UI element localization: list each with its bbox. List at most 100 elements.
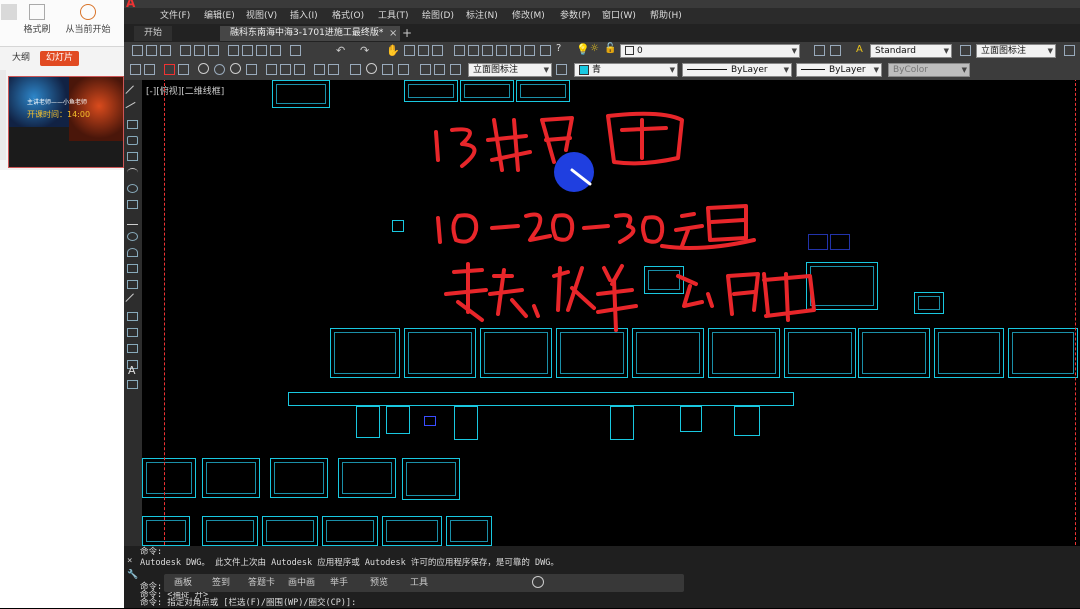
menu-edit[interactable]: 编辑(E) [204,8,235,24]
hatch-icon[interactable] [127,312,138,321]
wrench-icon[interactable]: 🔧 [127,570,138,580]
ppt-paste-button[interactable] [0,2,18,42]
power-icon[interactable] [532,576,544,588]
dim-update-icon[interactable] [450,64,461,75]
autocad-logo-icon[interactable]: A [126,0,144,10]
arc-length-icon[interactable] [164,64,175,75]
dim-style-dropdown-2[interactable]: 立面图标注 ▼ [468,63,552,77]
ellipse-arc-icon[interactable] [127,248,138,257]
block-editor-icon[interactable] [290,45,301,56]
line-icon[interactable] [125,85,140,100]
text-style-icon[interactable]: A [856,44,863,55]
tab-start[interactable]: 开始 [134,26,173,41]
cut-icon[interactable] [228,45,239,56]
toolbar-item-pip[interactable]: 画中画 [288,574,315,592]
markup-icon[interactable] [510,45,521,56]
menu-window[interactable]: 窗口(W) [602,8,636,24]
tab-document[interactable]: 融科东南海中海3-1701进施工最终版* [220,26,400,41]
plotstyle-dropdown[interactable]: ByColor ▼ [888,63,970,77]
redo-icon[interactable]: ↷ [360,44,369,57]
toolbar-item-raise-hand[interactable]: 举手 [330,574,348,592]
tolerance-icon[interactable] [350,64,361,75]
diameter-dim-icon[interactable] [230,63,241,74]
quickcalc-icon[interactable] [524,45,535,56]
insert-block-icon[interactable] [127,264,138,273]
linetype-dropdown[interactable]: ByLayer ▼ [682,63,792,77]
format-painter-button[interactable]: 格式刷 [20,2,54,42]
multiline-text-icon[interactable]: A [128,364,136,377]
circle-icon[interactable] [127,184,138,193]
arc-icon[interactable] [127,168,138,177]
layer-on-icon[interactable]: 💡 [576,43,590,57]
dim-style-manager-icon[interactable] [556,64,567,75]
continue-dim-icon[interactable] [294,64,305,75]
spline-icon[interactable] [127,216,138,225]
properties-icon[interactable] [454,45,465,56]
dim-break-icon[interactable] [328,64,339,75]
close-icon[interactable]: × [127,556,132,566]
tool-palettes-icon[interactable] [482,45,493,56]
toolbar-item-tools[interactable]: 工具 [410,574,428,592]
color-dropdown[interactable]: 青 ▼ [574,63,678,77]
ellipse-icon[interactable] [127,232,138,241]
paste-icon[interactable] [256,45,267,56]
tab-outline[interactable]: 大纲 [6,51,36,66]
pan-icon[interactable]: ✋ [386,44,400,57]
quick-dim-icon[interactable] [266,64,277,75]
jogged-dim-icon[interactable] [214,64,225,75]
slide-thumbnail[interactable]: 主讲老师——小鱼老师 开课时间：14:00 [8,76,124,168]
design-center-icon[interactable] [468,45,479,56]
inspect-icon[interactable] [382,64,393,75]
toolbar-item-answer-card[interactable]: 答题卡 [248,574,275,592]
undo-icon[interactable]: ↶ [336,44,345,57]
toolbar-item-checkin[interactable]: 签到 [212,574,230,592]
open-icon[interactable] [146,45,157,56]
new-tab-icon[interactable]: + [402,26,412,40]
ordinate-dim-icon[interactable] [178,64,189,75]
tab-slides[interactable]: 幻灯片 [40,51,80,66]
gradient-icon[interactable] [127,328,138,337]
menu-modify[interactable]: 修改(M) [512,8,545,24]
toolbar-item-whiteboard[interactable]: 画板 [174,574,192,592]
dim-style-icon[interactable] [960,45,971,56]
sheet-set-icon[interactable] [496,45,507,56]
zoom-window-icon[interactable] [418,45,429,56]
menu-tools[interactable]: 工具(T) [378,8,409,24]
angular-dim-icon[interactable] [246,64,257,75]
plot-icon[interactable] [180,45,191,56]
lineweight-dropdown[interactable]: ByLayer ▼ [796,63,882,77]
menu-view[interactable]: 视图(V) [246,8,277,24]
menu-file[interactable]: 文件(F) [160,8,190,24]
help-icon[interactable]: ? [556,43,561,54]
new-icon[interactable] [132,45,143,56]
menu-dimension[interactable]: 标注(N) [466,8,498,24]
construction-line-icon[interactable] [125,101,140,116]
region-icon[interactable] [127,344,138,353]
zoom-previous-icon[interactable] [432,45,443,56]
dim-text-edit-icon[interactable] [434,64,445,75]
layer-dropdown[interactable]: 0 ▼ [620,44,800,58]
calc-icon[interactable] [540,45,551,56]
polyline-icon[interactable] [127,120,138,129]
revcloud-icon[interactable] [127,200,138,209]
radius-dim-icon[interactable] [198,63,209,74]
polygon-icon[interactable] [127,136,138,145]
dim-style-dropdown[interactable]: 立面图标注 ▼ [976,44,1056,58]
publish-icon[interactable] [208,45,219,56]
layer-previous-icon[interactable] [830,45,841,56]
layer-properties-icon[interactable] [814,45,825,56]
text-style-dropdown[interactable]: Standard ▼ [870,44,952,58]
toolbar-item-preview[interactable]: 预览 [370,574,388,592]
menu-draw[interactable]: 绘图(D) [422,8,454,24]
command-input[interactable]: 命令: 指定对角点或 [栏选(F)/圈围(WP)/圈交(CP)]: [140,598,356,609]
match-properties-icon[interactable] [270,45,281,56]
copy-icon[interactable] [242,45,253,56]
linear-dim-icon[interactable] [130,64,141,75]
rectangle-icon[interactable] [127,152,138,161]
jogged-linear-icon[interactable] [398,64,409,75]
menu-insert[interactable]: 插入(I) [290,8,318,24]
freeze-icon[interactable]: ☼ [590,43,599,54]
zoom-realtime-icon[interactable] [404,45,415,56]
baseline-dim-icon[interactable] [280,64,291,75]
add-selected-icon[interactable] [127,380,138,389]
